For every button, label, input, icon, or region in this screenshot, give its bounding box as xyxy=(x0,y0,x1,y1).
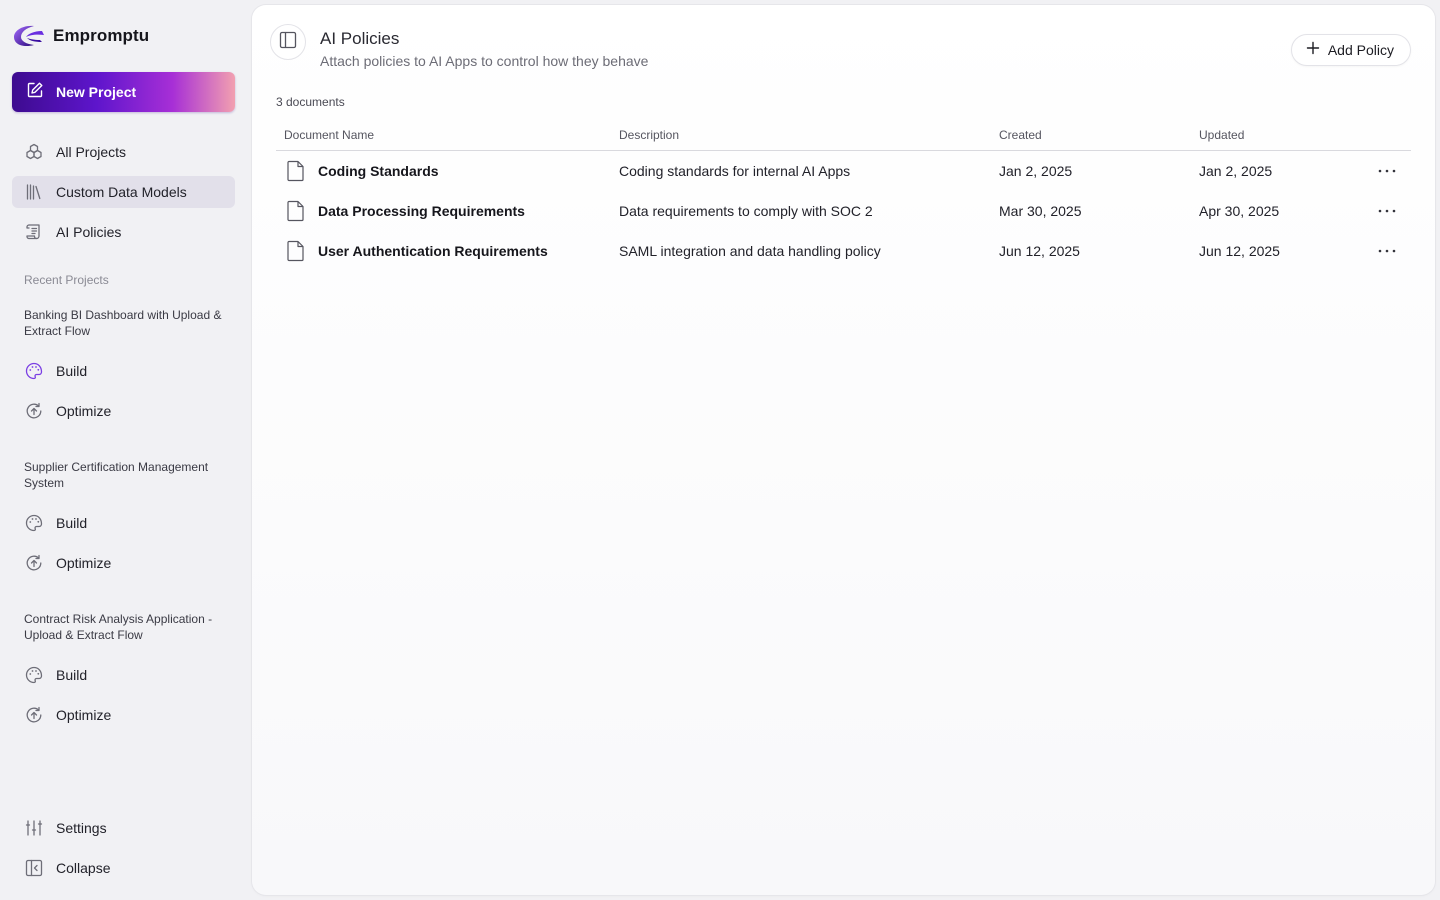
column-header-updated[interactable]: Updated xyxy=(1199,128,1244,142)
document-icon xyxy=(286,240,306,262)
sidebar-item-label: AI Policies xyxy=(56,224,122,240)
project-build-link[interactable]: Build xyxy=(12,355,235,387)
sidebar-item-label: Collapse xyxy=(56,860,111,876)
document-icon xyxy=(286,160,306,182)
document-updated: Jan 2, 2025 xyxy=(1199,163,1273,179)
project-optimize-link[interactable]: Optimize xyxy=(12,547,235,579)
sidebar-item-ai-policies[interactable]: AI Policies xyxy=(12,216,235,248)
document-description: SAML integration and data handling polic… xyxy=(619,243,881,259)
library-icon xyxy=(24,182,44,202)
recent-project-title[interactable]: Supplier Certification Management System xyxy=(24,459,229,491)
boxes-icon xyxy=(24,142,44,162)
document-name[interactable]: Coding Standards xyxy=(318,163,439,179)
document-icon xyxy=(286,200,306,222)
refresh-arrow-up-icon xyxy=(24,553,44,573)
document-created: Jan 2, 2025 xyxy=(999,163,1073,179)
column-header-created[interactable]: Created xyxy=(999,128,1042,142)
scroll-icon xyxy=(24,222,44,242)
recent-project-title[interactable]: Banking BI Dashboard with Upload & Extra… xyxy=(24,307,229,339)
empromptu-logo-icon xyxy=(12,22,46,50)
sliders-icon xyxy=(24,818,44,838)
more-options-icon[interactable] xyxy=(1375,161,1399,181)
document-created: Jun 12, 2025 xyxy=(999,243,1080,259)
palette-icon xyxy=(24,665,44,685)
app-window: Empromptu New Project All Projects Custo… xyxy=(0,0,1440,900)
more-options-icon[interactable] xyxy=(1375,201,1399,221)
build-label: Build xyxy=(56,667,88,683)
document-name[interactable]: User Authentication Requirements xyxy=(318,243,548,259)
main-panel: AI Policies Attach policies to AI Apps t… xyxy=(252,5,1435,895)
sidebar-item-settings[interactable]: Settings xyxy=(12,812,235,844)
document-name[interactable]: Data Processing Requirements xyxy=(318,203,525,219)
brand-name: Empromptu xyxy=(53,26,150,45)
sidebar-item-all-projects[interactable]: All Projects xyxy=(12,136,235,168)
refresh-arrow-up-icon xyxy=(24,705,44,725)
new-project-button[interactable]: New Project xyxy=(12,72,235,112)
optimize-label: Optimize xyxy=(56,707,112,723)
brand[interactable]: Empromptu xyxy=(12,22,149,50)
recent-project-title[interactable]: Contract Risk Analysis Application - Upl… xyxy=(24,611,229,643)
plus-icon xyxy=(1306,41,1320,60)
sidebar-item-label: Custom Data Models xyxy=(56,184,187,200)
project-optimize-link[interactable]: Optimize xyxy=(12,395,235,427)
sidebar: Empromptu New Project All Projects Custo… xyxy=(0,0,248,900)
column-header-description[interactable]: Description xyxy=(619,128,679,142)
table-row[interactable]: User Authentication Requirements SAML in… xyxy=(276,231,1411,271)
page-title: AI Policies xyxy=(320,29,400,48)
document-description: Coding standards for internal AI Apps xyxy=(619,163,851,179)
document-description: Data requirements to comply with SOC 2 xyxy=(619,203,873,219)
sidebar-item-label: All Projects xyxy=(56,144,127,160)
new-project-label: New Project xyxy=(56,84,137,100)
palette-icon xyxy=(24,361,44,381)
build-label: Build xyxy=(56,363,88,379)
documents-table: Document Name Description Created Update… xyxy=(276,123,1411,271)
recent-projects-heading: Recent Projects xyxy=(24,273,109,287)
table-row[interactable]: Data Processing Requirements Data requir… xyxy=(276,191,1411,231)
optimize-label: Optimize xyxy=(56,403,112,419)
more-options-icon[interactable] xyxy=(1375,241,1399,261)
sidebar-collapse-button[interactable]: Collapse xyxy=(12,852,235,884)
page-subtitle: Attach policies to AI Apps to control ho… xyxy=(320,53,649,69)
panel-collapse-icon xyxy=(24,858,44,878)
build-label: Build xyxy=(56,515,88,531)
sidebar-panel-icon xyxy=(278,30,298,55)
column-header-document-name[interactable]: Document Name xyxy=(284,128,374,142)
project-optimize-link[interactable]: Optimize xyxy=(12,699,235,731)
edit-square-icon xyxy=(26,81,44,104)
document-count: 3 documents xyxy=(276,95,345,109)
add-policy-label: Add Policy xyxy=(1327,42,1394,58)
table-header: Document Name Description Created Update… xyxy=(276,123,1411,151)
optimize-label: Optimize xyxy=(56,555,112,571)
document-updated: Apr 30, 2025 xyxy=(1199,203,1280,219)
project-build-link[interactable]: Build xyxy=(12,659,235,691)
palette-icon xyxy=(24,513,44,533)
project-build-link[interactable]: Build xyxy=(12,507,235,539)
sidebar-item-label: Settings xyxy=(56,820,107,836)
table-row[interactable]: Coding Standards Coding standards for in… xyxy=(276,151,1411,191)
document-updated: Jun 12, 2025 xyxy=(1199,243,1280,259)
document-created: Mar 30, 2025 xyxy=(999,203,1082,219)
add-policy-button[interactable]: Add Policy xyxy=(1290,34,1411,66)
sidebar-item-custom-data-models[interactable]: Custom Data Models xyxy=(12,176,235,208)
refresh-arrow-up-icon xyxy=(24,401,44,421)
toggle-panel-button[interactable] xyxy=(270,24,306,60)
